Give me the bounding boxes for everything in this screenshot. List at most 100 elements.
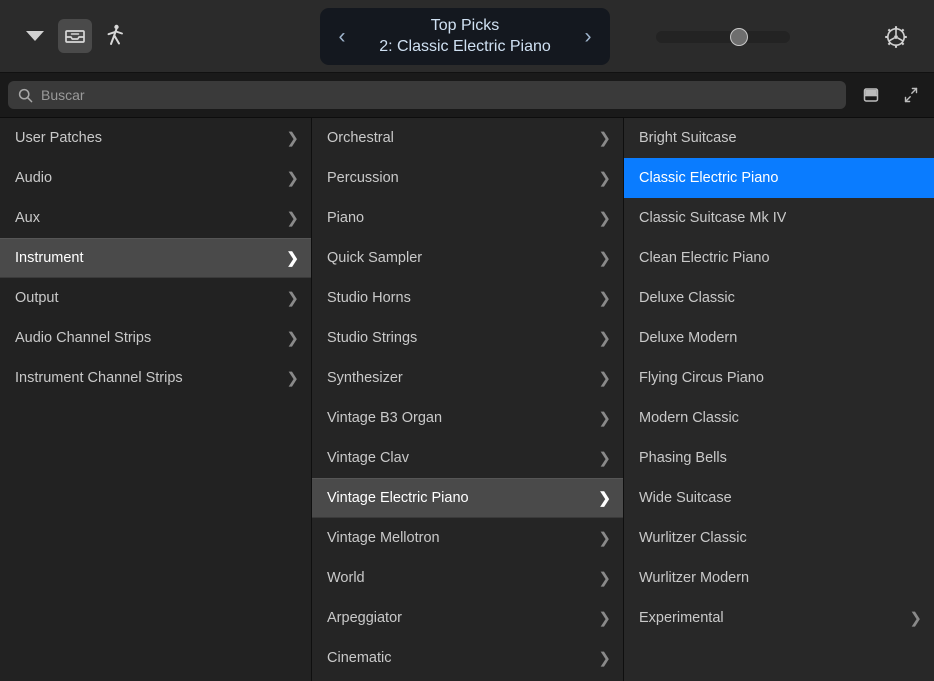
chevron-right-icon: ❯: [598, 371, 611, 386]
list-item-label: Percussion: [327, 170, 399, 186]
slider-knob[interactable]: [730, 28, 748, 46]
list-item-label: Deluxe Classic: [639, 290, 735, 306]
list-item[interactable]: Classic Suitcase Mk IV❯: [624, 198, 934, 238]
list-item-label: Arpeggiator: [327, 610, 402, 626]
list-item-label: World: [327, 570, 365, 586]
chevron-right-icon: ❯: [598, 211, 611, 226]
chevron-right-icon: ❯: [286, 211, 299, 226]
previous-patch-button[interactable]: ‹: [334, 26, 350, 47]
next-patch-button[interactable]: ›: [580, 26, 596, 47]
list-item[interactable]: Vintage B3 Organ❯: [312, 398, 623, 438]
list-item[interactable]: Vintage Electric Piano❯: [312, 478, 623, 518]
list-item[interactable]: Arpeggiator❯: [312, 598, 623, 638]
list-item-label: Orchestral: [327, 130, 394, 146]
list-item-label: Wide Suitcase: [639, 490, 732, 506]
list-item-label: Experimental: [639, 610, 724, 626]
library-tray-icon: [63, 24, 87, 48]
list-item[interactable]: User Patches❯: [0, 118, 311, 158]
chevron-right-icon: ❯: [598, 451, 611, 466]
list-item[interactable]: Cinematic ❯: [312, 638, 623, 678]
view-layout-button[interactable]: [856, 80, 886, 110]
chevron-right-icon: ❯: [598, 571, 611, 586]
patch-display-line2: 2: Classic Electric Piano: [350, 37, 580, 57]
list-item[interactable]: Percussion❯: [312, 158, 623, 198]
list-item-label: Classic Electric Piano: [639, 170, 778, 186]
column-patches: Bright Suitcase❯Classic Electric Piano❯C…: [623, 118, 934, 681]
list-item-label: Phasing Bells: [639, 450, 727, 466]
list-item-label: Flying Circus Piano: [639, 370, 764, 386]
gear-icon: [882, 23, 910, 51]
list-item-label: Audio: [15, 170, 52, 186]
chevron-right-icon: ❯: [598, 291, 611, 306]
search-field[interactable]: [8, 81, 846, 109]
list-item[interactable]: Clean Electric Piano❯: [624, 238, 934, 278]
list-item[interactable]: Deluxe Modern❯: [624, 318, 934, 358]
list-item-label: Wurlitzer Classic: [639, 530, 747, 546]
list-item-label: Quick Sampler: [327, 250, 422, 266]
list-item[interactable]: Studio Horns❯: [312, 278, 623, 318]
list-item-label: Audio Channel Strips: [15, 330, 151, 346]
list-item[interactable]: Wurlitzer Modern❯: [624, 558, 934, 598]
patch-display-text: Top Picks 2: Classic Electric Piano: [350, 16, 580, 57]
list-item-label: Piano: [327, 210, 364, 226]
list-item[interactable]: Piano ❯: [312, 198, 623, 238]
list-item[interactable]: World ❯: [312, 558, 623, 598]
view-layout-icon: [861, 86, 881, 104]
list-item[interactable]: Deluxe Classic❯: [624, 278, 934, 318]
list-item[interactable]: Output ❯: [0, 278, 311, 318]
list-item[interactable]: Experimental ❯: [624, 598, 934, 638]
list-item[interactable]: Synthesizer❯: [312, 358, 623, 398]
list-item[interactable]: Modern Classic❯: [624, 398, 934, 438]
patch-display[interactable]: ‹ Top Picks 2: Classic Electric Piano ›: [320, 8, 610, 65]
library-browser-window: ‹ Top Picks 2: Classic Electric Piano ›: [0, 0, 934, 681]
list-item[interactable]: Audio❯: [0, 158, 311, 198]
list-item[interactable]: Aux❯: [0, 198, 311, 238]
chevron-right-icon: ❯: [598, 331, 611, 346]
list-item-label: Cinematic: [327, 650, 391, 666]
column-subcategories: Orchestral❯Percussion❯Piano❯Quick Sample…: [311, 118, 623, 681]
chevron-right-icon: ❯: [598, 251, 611, 266]
list-item-label: Classic Suitcase Mk IV: [639, 210, 786, 226]
list-item-label: Wurlitzer Modern: [639, 570, 749, 586]
list-item[interactable]: Studio Strings ❯: [312, 318, 623, 358]
list-item[interactable]: Bright Suitcase❯: [624, 118, 934, 158]
search-input[interactable]: [41, 87, 836, 103]
list-item[interactable]: Vintage Mellotron❯: [312, 518, 623, 558]
list-item-label: Deluxe Modern: [639, 330, 737, 346]
collapse-button[interactable]: [896, 80, 926, 110]
list-item[interactable]: Flying Circus Piano❯: [624, 358, 934, 398]
list-item-label: Vintage Clav: [327, 450, 409, 466]
settings-button[interactable]: [878, 19, 914, 55]
chevron-right-icon: ❯: [286, 371, 299, 386]
chevron-right-icon: ❯: [909, 611, 922, 626]
disclosure-triangle-button[interactable]: [18, 19, 52, 53]
chevron-right-icon: ❯: [598, 651, 611, 666]
column-categories: User Patches❯Audio❯Aux❯Instrument❯Output…: [0, 118, 311, 681]
list-item[interactable]: Wurlitzer Classic❯: [624, 518, 934, 558]
list-item[interactable]: Instrument❯: [0, 238, 311, 278]
performance-button[interactable]: [98, 19, 132, 53]
patch-display-line1: Top Picks: [350, 16, 580, 36]
list-item-label: Clean Electric Piano: [639, 250, 770, 266]
list-item[interactable]: Wide Suitcase❯: [624, 478, 934, 518]
list-item[interactable]: Orchestral❯: [312, 118, 623, 158]
chevron-right-icon: ❯: [598, 411, 611, 426]
list-item-label: Output: [15, 290, 59, 306]
list-item-label: User Patches: [15, 130, 102, 146]
list-item[interactable]: Classic Electric Piano❯: [624, 158, 934, 198]
list-item[interactable]: Phasing Bells❯: [624, 438, 934, 478]
list-item[interactable]: Audio Channel Strips ❯: [0, 318, 311, 358]
volume-slider[interactable]: [656, 28, 790, 45]
collapse-arrows-icon: [901, 85, 921, 105]
library-button[interactable]: [58, 19, 92, 53]
list-item[interactable]: Instrument Channel Strips❯: [0, 358, 311, 398]
list-item[interactable]: Quick Sampler ❯: [312, 238, 623, 278]
list-item-label: Studio Strings: [327, 330, 417, 346]
chevron-right-icon: ❯: [286, 291, 299, 306]
search-bar: [0, 73, 934, 118]
chevron-right-icon: ❯: [286, 331, 299, 346]
chevron-right-icon: ❯: [598, 491, 611, 506]
list-item[interactable]: Vintage Clav ❯: [312, 438, 623, 478]
slider-track: [656, 31, 790, 43]
list-item-label: Vintage Mellotron: [327, 530, 440, 546]
